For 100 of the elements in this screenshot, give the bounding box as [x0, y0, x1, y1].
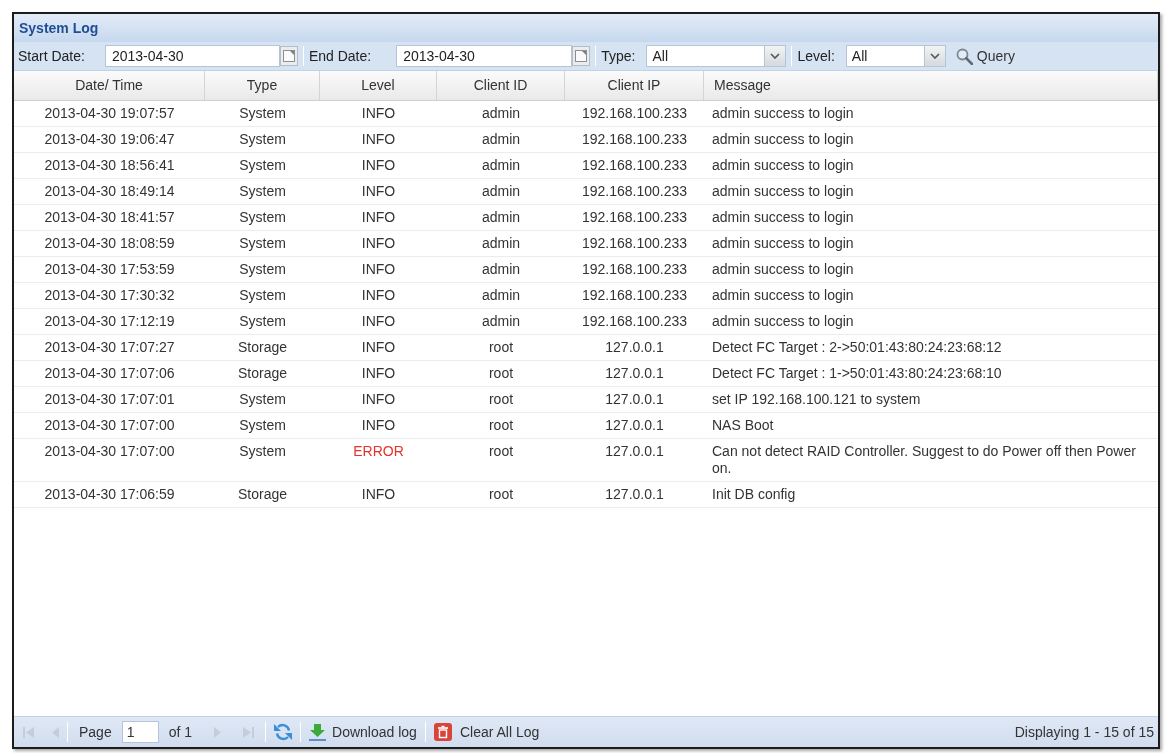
field-label: Start Date:	[18, 46, 85, 66]
table-cell-text: 2013-04-30 17:07:27	[43, 338, 176, 357]
table-cell-text: System	[238, 130, 287, 149]
table-cell-text: Detect FC Target : 1->50:01:43:80:24:23:68:10	[711, 364, 1003, 383]
table-cell-text: admin	[480, 234, 522, 253]
table-cell-text: 127.0.0.1	[604, 338, 665, 357]
level-cell-text: INFO	[360, 234, 397, 253]
column-header[interactable]: Type	[205, 71, 320, 100]
table-cell-text: 2013-04-30 17:07:06	[43, 364, 176, 383]
table-cell-text: System	[238, 234, 287, 253]
table-cell-text: admin	[480, 208, 522, 227]
table-cell-text: admin success to login	[711, 312, 855, 331]
table-cell-text: admin success to login	[711, 156, 855, 175]
table-cell-text: System	[238, 390, 287, 409]
table-cell-text: 2013-04-30 18:56:41	[43, 156, 176, 175]
level-cell-text: INFO	[360, 104, 397, 123]
table-cell-text: admin	[480, 156, 522, 175]
table-cell-text: System	[238, 312, 287, 331]
table-cell-text: 2013-04-30 17:06:59	[43, 485, 176, 504]
table-cell-text: 127.0.0.1	[604, 416, 665, 435]
table-cell-text: System	[238, 442, 287, 461]
table-cell-text: System	[238, 260, 287, 279]
level-cell-text: INFO	[360, 416, 397, 435]
dropdown-field[interactable]: All	[845, 45, 946, 67]
chevron-down-icon	[770, 53, 781, 59]
query-button[interactable]: Query	[953, 44, 1017, 68]
table-cell-text: admin success to login	[711, 208, 855, 227]
table-cell-text: 2013-04-30 17:07:00	[43, 442, 176, 461]
level-cell-text: INFO	[360, 485, 397, 504]
panel-title: System Log	[19, 18, 99, 38]
table-cell-text: System	[238, 286, 287, 305]
column-header[interactable]: Client ID	[437, 71, 565, 100]
search-icon	[955, 47, 973, 65]
column-header[interactable]: Message	[704, 71, 1158, 100]
table-cell-text: 2013-04-30 17:53:59	[43, 260, 176, 279]
table-cell-text: 127.0.0.1	[604, 364, 665, 383]
refresh-icon[interactable]	[274, 723, 293, 741]
table-cell-text: 192.168.100.233	[580, 130, 689, 149]
table-cell-text: Storage	[236, 338, 288, 357]
level-cell-text: INFO	[360, 364, 397, 383]
table-cell-text: 192.168.100.233	[580, 260, 689, 279]
column-header[interactable]: Date/ Time	[14, 71, 205, 100]
table-cell-text: admin	[480, 182, 522, 201]
table-cell-text: root	[487, 442, 515, 461]
table-cell-text: 192.168.100.233	[580, 286, 689, 305]
clear-log-button[interactable]: Clear All Log	[430, 720, 543, 744]
level-cell-text: INFO	[360, 338, 397, 357]
table-cell-text: root	[487, 390, 515, 409]
level-cell-text: INFO	[360, 260, 397, 279]
paging-status: Displaying 1 - 15 of 15	[1014, 722, 1154, 742]
level-cell-text: INFO	[360, 390, 397, 409]
table-cell-text: 192.168.100.233	[580, 182, 689, 201]
table-cell-text: root	[487, 416, 515, 435]
table-cell-text: 2013-04-30 17:07:00	[43, 416, 176, 435]
table-cell-text: 192.168.100.233	[580, 312, 689, 331]
column-header[interactable]: Level	[320, 71, 437, 100]
table-cell-text: 127.0.0.1	[604, 485, 665, 504]
table-cell-text: 2013-04-30 17:12:19	[43, 312, 176, 331]
page-label: Page	[79, 722, 112, 742]
table-cell-text: Storage	[236, 364, 288, 383]
table-cell-text: System	[238, 416, 287, 435]
table-cell-text: 127.0.0.1	[604, 390, 665, 409]
table-cell-text: 192.168.100.233	[580, 156, 689, 175]
table-cell-text: Can not detect RAID Controller. Suggest to do Power off then Power on.	[711, 442, 1137, 478]
level-cell-text: INFO	[360, 156, 397, 175]
table-cell-text: Storage	[236, 485, 288, 504]
column-header[interactable]: Client IP	[565, 71, 704, 100]
table-cell-text: 192.168.100.233	[580, 104, 689, 123]
page-total: of 1	[168, 722, 193, 742]
level-cell-text: INFO	[360, 130, 397, 149]
dropdown-field[interactable]: All	[646, 45, 787, 67]
calendar-icon[interactable]	[572, 46, 591, 66]
table-cell-text: 2013-04-30 19:07:57	[43, 104, 176, 123]
table-cell-text: Init DB config	[711, 485, 797, 504]
download-icon	[309, 723, 327, 741]
table-cell-text: admin success to login	[711, 286, 855, 305]
date-field[interactable]: 2013-04-30	[104, 45, 280, 67]
table-cell-text: System	[238, 156, 287, 175]
level-cell-text: INFO	[360, 182, 397, 201]
level-cell-text: INFO	[360, 286, 397, 305]
field-label: Type:	[601, 46, 636, 66]
table-cell-text: System	[238, 208, 287, 227]
table-cell-text: admin	[480, 260, 522, 279]
chevron-down-icon	[929, 53, 940, 59]
download-log-button[interactable]: Download log	[306, 720, 420, 744]
table-cell-text: admin success to login	[711, 104, 855, 123]
date-field[interactable]: 2013-04-30	[396, 45, 573, 67]
table-cell-text: root	[487, 485, 515, 504]
field-label: Level:	[797, 46, 835, 66]
table-cell-text: root	[487, 338, 515, 357]
trash-icon	[433, 723, 452, 741]
table-cell-text: System	[238, 182, 287, 201]
table-cell-text: admin success to login	[711, 260, 855, 279]
table-cell-text: 127.0.0.1	[604, 442, 665, 461]
page-number-field[interactable]: 1	[121, 721, 159, 743]
field-label: End Date:	[308, 46, 372, 66]
table-cell-text: admin	[480, 312, 522, 331]
calendar-icon[interactable]	[279, 46, 298, 66]
table-cell-text: 2013-04-30 19:06:47	[43, 130, 176, 149]
table-cell-text: admin	[480, 130, 522, 149]
